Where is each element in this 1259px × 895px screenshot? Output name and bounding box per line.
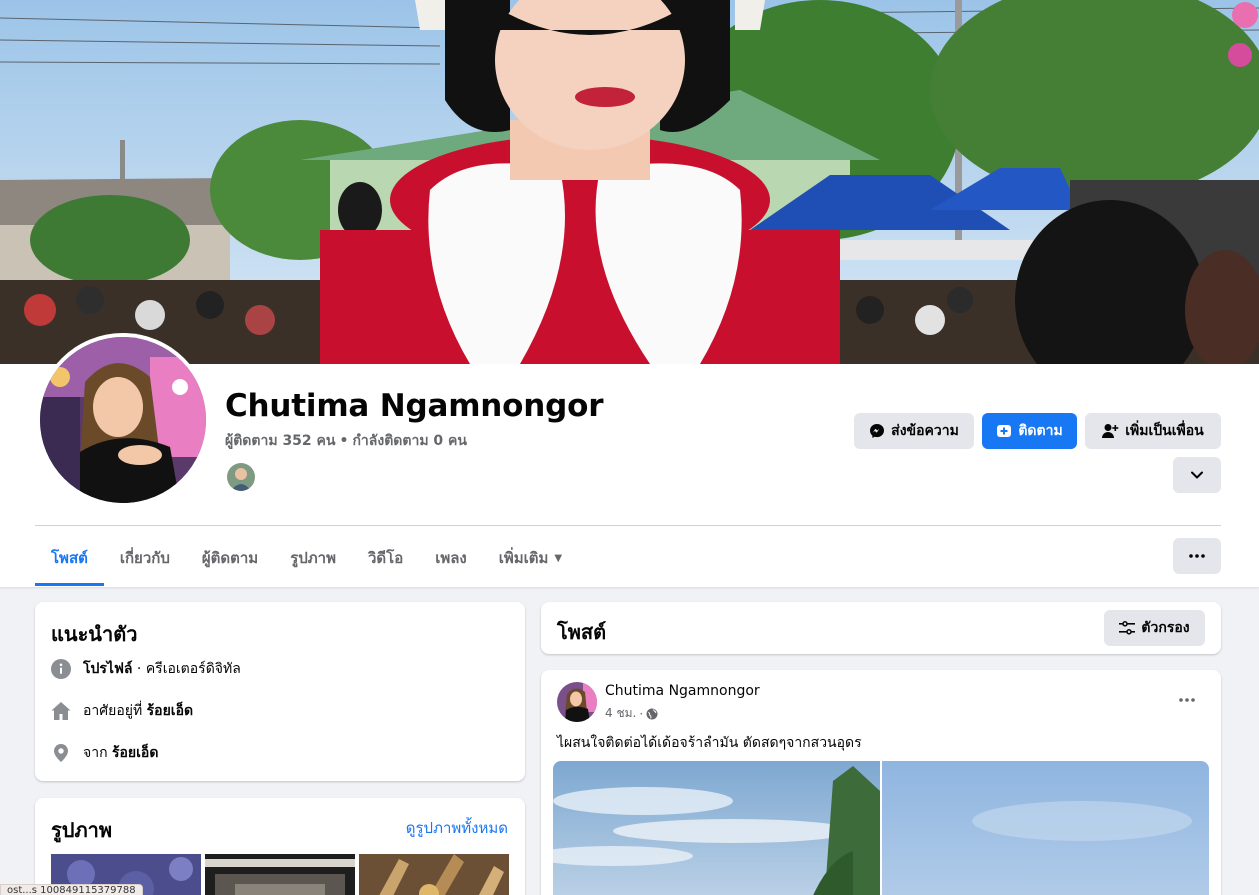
post-meta-dot: · (639, 706, 644, 721)
intro-lives-row: อาศัยอยู่ที่ ร้อยเอ็ด (51, 700, 193, 722)
profile-avatar-image (40, 337, 206, 503)
post-image[interactable] (882, 761, 1209, 895)
cover-photo-image (0, 0, 1259, 364)
photo-thumbnail-image (359, 854, 509, 895)
tab-photos-label: รูปภาพ (290, 549, 336, 567)
add-friend-icon (1102, 424, 1119, 438)
header-divider (35, 525, 1221, 526)
tab-more[interactable]: เพิ่มเติม ▼ (483, 530, 578, 586)
messenger-icon (870, 424, 885, 438)
intro-lives-prefix: อาศัยอยู่ที่ (83, 703, 147, 719)
tab-music-label: เพลง (435, 549, 467, 567)
follow-button-label: ติดตาม (1018, 423, 1063, 439)
following-count[interactable]: กำลังติดตาม 0 คน (352, 433, 467, 449)
post-author-avatar-image (557, 682, 597, 722)
photos-card: รูปภาพ ดูรูปภาพทั้งหมด (35, 798, 525, 895)
chevron-down-icon (1191, 471, 1203, 479)
message-button-label: ส่งข้อความ (891, 423, 959, 439)
cover-photo[interactable] (0, 0, 1259, 364)
intro-profile-label: โปรไฟล์ (83, 661, 133, 677)
followers-count[interactable]: ผู้ติดตาม 352 คน (225, 433, 335, 449)
tab-photos[interactable]: รูปภาพ (274, 530, 352, 586)
photo-thumbnail[interactable] (205, 854, 355, 895)
message-button[interactable]: ส่งข้อความ (854, 413, 974, 449)
tab-followers[interactable]: ผู้ติดตาม (186, 530, 274, 586)
post-author-avatar[interactable] (557, 682, 597, 722)
intro-from-row: จาก ร้อยเอ็ด (51, 742, 158, 764)
profile-expand-button[interactable] (1173, 457, 1221, 493)
post-meta: 4 ชม. · (605, 704, 658, 723)
location-pin-icon (54, 744, 68, 762)
profile-tabs: โพสต์ เกี่ยวกับ ผู้ติดตาม รูปภาพ วิดีโอ … (35, 530, 578, 586)
intro-title: แนะนำตัว (51, 622, 138, 646)
intro-profile-desc: · ครีเอเตอร์ดิจิทัล (132, 661, 241, 677)
mutual-friend-avatar-image (227, 463, 255, 491)
intro-card: แนะนำตัว โปรไฟล์ · ครีเอเตอร์ดิจิทัล อาศ… (35, 602, 525, 781)
tab-videos-label: วิดีโอ (367, 549, 404, 567)
filter-icon (1119, 621, 1136, 635)
profile-header: Chutima Ngamnongor ผู้ติดตาม 352 คน • กำลั… (0, 0, 1259, 587)
stats-separator: • (339, 433, 349, 449)
tabs-more-button[interactable] (1173, 538, 1221, 574)
follow-button[interactable]: ติดตาม (982, 413, 1077, 449)
photos-title: รูปภาพ (51, 818, 113, 842)
tab-videos[interactable]: วิดีโอ (352, 530, 419, 586)
info-icon (51, 659, 71, 679)
tab-posts[interactable]: โพสต์ (35, 530, 104, 586)
status-bar-url: ost...s 100849115379788 (0, 884, 143, 895)
tab-posts-label: โพสต์ (51, 549, 88, 567)
posts-title: โพสต์ (557, 620, 607, 644)
filter-button-label: ตัวกรอง (1141, 620, 1190, 636)
intro-from-prefix: จาก (83, 745, 112, 761)
intro-profile-text: โปรไฟล์ · ครีเอเตอร์ดิจิทัล (83, 658, 241, 680)
intro-lives-city[interactable]: ร้อยเอ็ด (147, 703, 193, 719)
add-friend-button[interactable]: เพิ่มเป็นเพื่อน (1085, 413, 1221, 449)
tab-about-label: เกี่ยวกับ (119, 549, 170, 567)
follow-icon (997, 425, 1012, 437)
tab-more-label: เพิ่มเติม (498, 549, 549, 567)
filter-button[interactable]: ตัวกรอง (1104, 610, 1205, 646)
tab-followers-label: ผู้ติดตาม (201, 549, 259, 567)
tab-music[interactable]: เพลง (419, 530, 483, 586)
caret-down-icon: ▼ (554, 552, 563, 564)
see-all-photos-link[interactable]: ดูรูปภาพทั้งหมด (406, 816, 508, 840)
more-horizontal-icon (1179, 698, 1195, 702)
home-icon (51, 702, 71, 720)
post-author-name[interactable]: Chutima Ngamnongor (605, 683, 760, 699)
photo-thumbnail[interactable] (359, 854, 509, 895)
profile-name: Chutima Ngamnongor (225, 388, 604, 424)
post-card: Chutima Ngamnongor 4 ชม. · ไผสนใจติดต่อไ… (541, 670, 1221, 895)
photo-thumbnail-image (205, 854, 355, 895)
post-text: ไผสนใจติดต่อได้เด้อจร้าลำมัน ตัดสดๆจากสว… (557, 735, 862, 751)
intro-from-text: จาก ร้อยเอ็ด (83, 742, 158, 764)
add-friend-button-label: เพิ่มเป็นเพื่อน (1125, 423, 1204, 439)
intro-lives-text: อาศัยอยู่ที่ ร้อยเอ็ด (83, 700, 193, 722)
more-horizontal-icon (1189, 554, 1205, 558)
post-image[interactable] (553, 761, 880, 895)
post-images (553, 761, 1209, 895)
follow-stats: ผู้ติดตาม 352 คน • กำลังติดตาม 0 คน (225, 430, 467, 452)
globe-icon (646, 708, 658, 719)
profile-avatar[interactable] (36, 333, 210, 507)
post-options-button[interactable] (1169, 685, 1205, 715)
intro-profile-row: โปรไฟล์ · ครีเอเตอร์ดิจิทัล (51, 658, 241, 680)
tab-about[interactable]: เกี่ยวกับ (104, 530, 186, 586)
mutual-friend-avatar[interactable] (225, 461, 257, 493)
intro-from-city[interactable]: ร้อยเอ็ด (112, 745, 158, 761)
post-time[interactable]: 4 ชม. (605, 704, 636, 723)
